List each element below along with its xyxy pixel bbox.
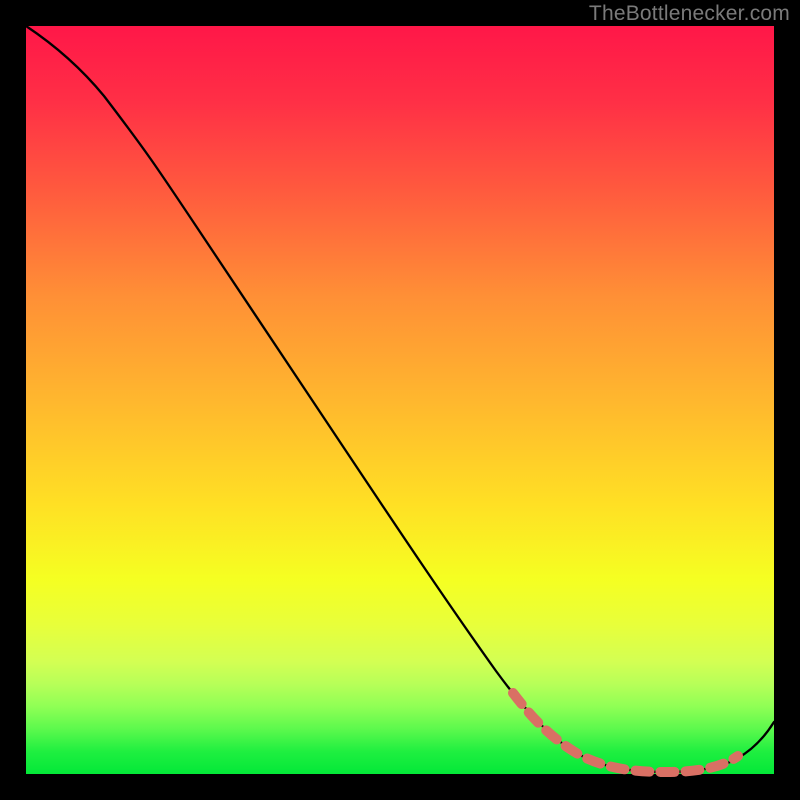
watermark-text: TheBottlenecker.com xyxy=(589,2,790,26)
highlight-band xyxy=(513,693,738,772)
bottleneck-curve-svg xyxy=(26,26,774,774)
plot-area xyxy=(26,26,774,774)
bottleneck-curve-line xyxy=(26,26,774,772)
chart-frame: TheBottlenecker.com xyxy=(0,0,800,800)
